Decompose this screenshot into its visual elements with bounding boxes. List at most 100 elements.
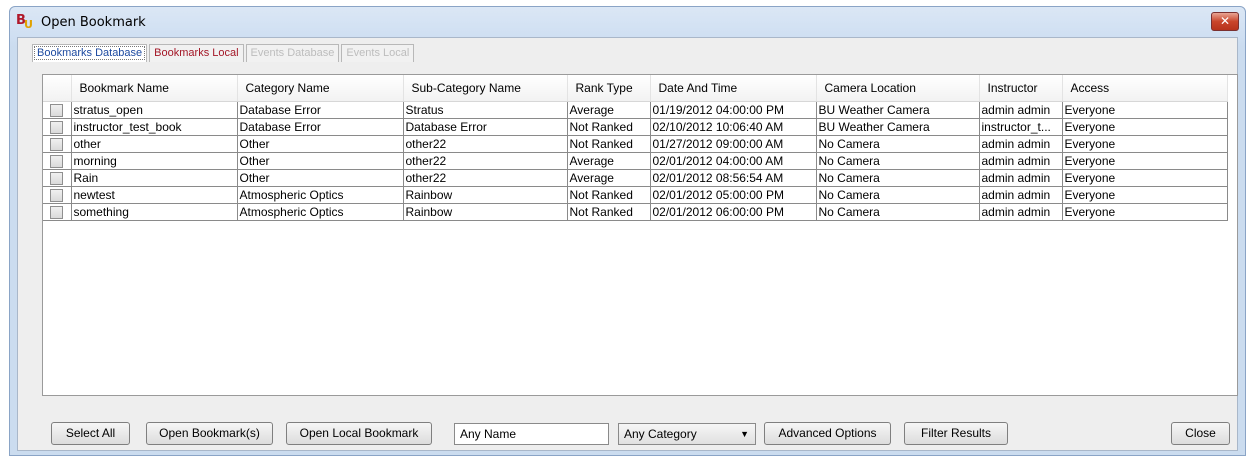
table-cell: 02/01/2012 05:00:00 PM xyxy=(650,186,817,204)
table-cell: Stratus xyxy=(403,101,568,119)
row-select-cell xyxy=(43,169,72,187)
table-cell: admin admin xyxy=(979,135,1063,153)
table-row[interactable]: Rain Other other22 Average 02/01/2012 08:56:… xyxy=(43,169,1228,187)
row-checkbox[interactable] xyxy=(50,155,64,169)
table-cell: BU Weather Camera xyxy=(816,101,980,119)
table-cell: other xyxy=(71,135,238,153)
filter-results-button[interactable]: Filter Results xyxy=(904,422,1008,445)
table-cell: Not Ranked xyxy=(567,118,651,136)
category-select[interactable]: Any Category ▼ xyxy=(618,423,756,445)
table-cell: No Camera xyxy=(816,135,980,153)
window-title: Open Bookmark xyxy=(41,15,146,30)
table-cell: 02/10/2012 10:06:40 AM xyxy=(650,118,817,136)
table-cell: BU Weather Camera xyxy=(816,118,980,136)
table-cell: Not Ranked xyxy=(567,135,651,153)
column-header[interactable]: Category Name xyxy=(237,75,404,102)
row-select-cell xyxy=(43,135,72,153)
select-all-button[interactable]: Select All xyxy=(51,422,130,445)
row-checkbox[interactable] xyxy=(50,172,64,186)
table-cell: Everyone xyxy=(1062,135,1228,153)
table-cell: Average xyxy=(567,152,651,170)
bookmarks-table[interactable]: Bookmark Name Category Name Sub-Category N… xyxy=(42,74,1238,396)
table-cell: admin admin xyxy=(979,152,1063,170)
table-cell: admin admin xyxy=(979,169,1063,187)
table-cell: Other xyxy=(237,152,404,170)
column-header[interactable]: Bookmark Name xyxy=(71,75,238,102)
table-cell: 02/01/2012 08:56:54 AM xyxy=(650,169,817,187)
table-cell: admin admin xyxy=(979,101,1063,119)
table-cell: Other xyxy=(237,169,404,187)
table-cell: No Camera xyxy=(816,186,980,204)
close-button[interactable]: Close xyxy=(1171,422,1230,445)
column-header[interactable]: Instructor xyxy=(979,75,1063,102)
column-header[interactable]: Rank Type xyxy=(567,75,651,102)
title-bar: BU Open Bookmark ✕ xyxy=(10,7,1245,39)
table-row[interactable]: something Atmospheric Optics Rainbow Not Ra… xyxy=(43,203,1228,221)
tab-events-database: Events Database xyxy=(245,44,340,62)
row-checkbox[interactable] xyxy=(50,206,64,220)
table-row[interactable]: stratus_open Database Error Stratus Average… xyxy=(43,101,1228,119)
table-row[interactable]: morning Other other22 Average 02/01/2012 04:… xyxy=(43,152,1228,170)
table-cell: Database Error xyxy=(403,118,568,136)
column-header[interactable]: Sub-Category Name xyxy=(403,75,568,102)
table-cell: Atmospheric Optics xyxy=(237,203,404,221)
row-checkbox[interactable] xyxy=(50,189,64,203)
open-local-bookmark-button[interactable]: Open Local Bookmark xyxy=(286,422,432,445)
table-cell: 02/01/2012 06:00:00 PM xyxy=(650,203,817,221)
table-cell: Not Ranked xyxy=(567,203,651,221)
table-cell: admin admin xyxy=(979,186,1063,204)
table-cell: 01/19/2012 04:00:00 PM xyxy=(650,101,817,119)
row-select-cell xyxy=(43,203,72,221)
table-cell: instructor_test_book xyxy=(71,118,238,136)
row-checkbox[interactable] xyxy=(50,121,64,135)
table-cell: newtest xyxy=(71,186,238,204)
table-cell: Rain xyxy=(71,169,238,187)
column-header[interactable]: Access xyxy=(1062,75,1228,102)
table-cell: admin admin xyxy=(979,203,1063,221)
tab-bookmarks-local[interactable]: Bookmarks Local xyxy=(149,44,244,62)
tab-strip: Bookmarks Database Bookmarks Local Event… xyxy=(32,44,416,64)
table-cell: Everyone xyxy=(1062,203,1228,221)
column-header[interactable]: Date And Time xyxy=(650,75,817,102)
table-cell: Rainbow xyxy=(403,203,568,221)
row-select-cell xyxy=(43,101,72,119)
open-bookmark-window: BU Open Bookmark ✕ Bookmarks Database Bo… xyxy=(9,6,1246,456)
table-cell: Everyone xyxy=(1062,186,1228,204)
table-cell: Atmospheric Optics xyxy=(237,186,404,204)
open-bookmarks-button[interactable]: Open Bookmark(s) xyxy=(146,422,273,445)
table-cell: 02/01/2012 04:00:00 AM xyxy=(650,152,817,170)
table-cell: morning xyxy=(71,152,238,170)
tab-bookmarks-database[interactable]: Bookmarks Database xyxy=(32,44,148,62)
dialog-body: Bookmarks Database Bookmarks Local Event… xyxy=(17,37,1238,451)
table-cell: Everyone xyxy=(1062,118,1228,136)
action-bar: Select All Open Bookmark(s) Open Local B… xyxy=(18,416,1237,445)
window-close-button[interactable]: ✕ xyxy=(1211,12,1239,31)
table-cell: Database Error xyxy=(237,118,404,136)
column-header-select[interactable] xyxy=(43,75,72,102)
table-cell: Average xyxy=(567,101,651,119)
row-select-cell xyxy=(43,186,72,204)
table-cell: Average xyxy=(567,169,651,187)
row-select-cell xyxy=(43,118,72,136)
row-checkbox[interactable] xyxy=(50,104,64,118)
advanced-options-button[interactable]: Advanced Options xyxy=(764,422,891,445)
table-cell: 01/27/2012 09:00:00 AM xyxy=(650,135,817,153)
column-header[interactable]: Camera Location xyxy=(816,75,980,102)
tab-events-local: Events Local xyxy=(341,44,415,62)
table-cell: No Camera xyxy=(816,203,980,221)
table-cell: instructor_t... xyxy=(979,118,1063,136)
table-row[interactable]: instructor_test_book Database Error Databa… xyxy=(43,118,1228,136)
table-cell: stratus_open xyxy=(71,101,238,119)
table-cell: No Camera xyxy=(816,152,980,170)
name-filter-input[interactable]: Any Name xyxy=(454,423,609,445)
table-row[interactable]: newtest Atmospheric Optics Rainbow Not Rank… xyxy=(43,186,1228,204)
table-row[interactable]: other Other other22 Not Ranked 01/27/2012 09… xyxy=(43,135,1228,153)
table-cell: No Camera xyxy=(816,169,980,187)
category-select-value: Any Category xyxy=(624,427,697,441)
table-cell: Rainbow xyxy=(403,186,568,204)
table-cell: Not Ranked xyxy=(567,186,651,204)
row-checkbox[interactable] xyxy=(50,138,64,152)
row-select-cell xyxy=(43,152,72,170)
table-cell: other22 xyxy=(403,169,568,187)
table-cell: something xyxy=(71,203,238,221)
